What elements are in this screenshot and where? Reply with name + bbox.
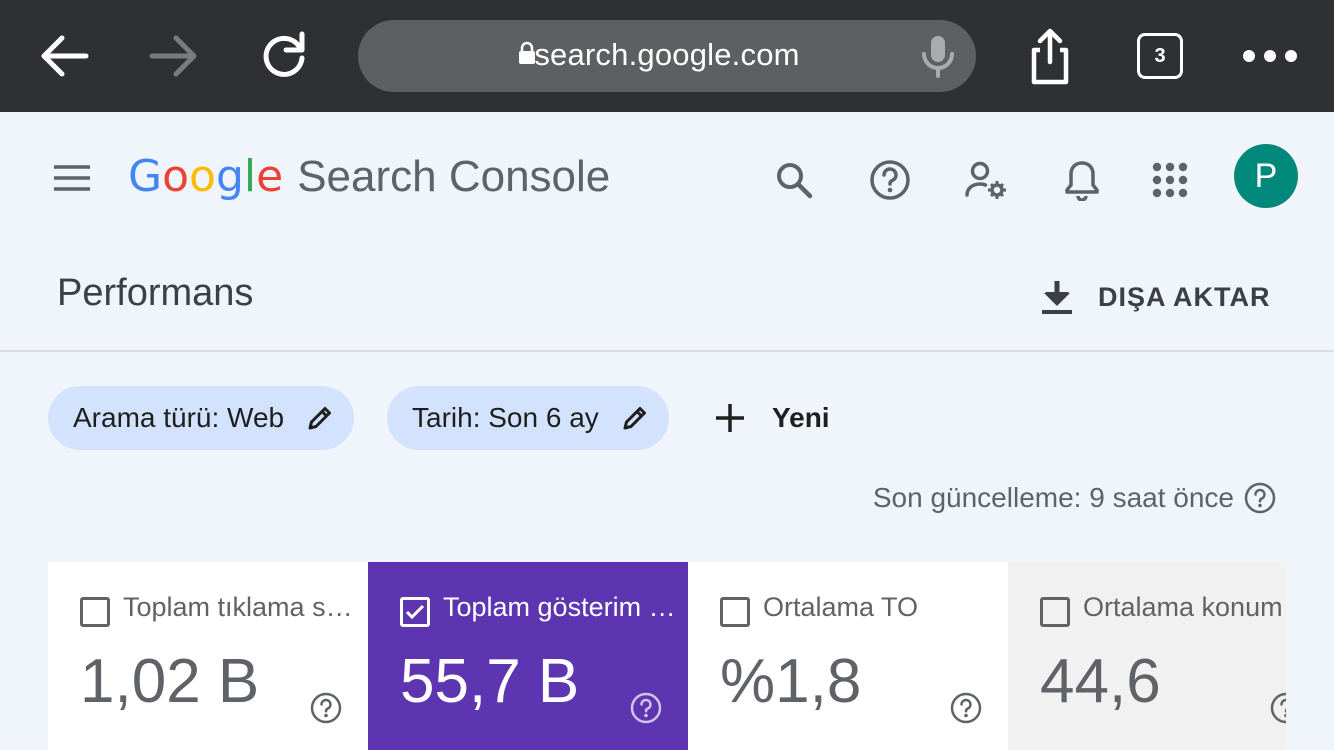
logo-letter: l [243, 151, 257, 202]
help-button[interactable] [862, 152, 918, 208]
filter-chip-search-type[interactable]: Arama türü: Web [48, 386, 355, 450]
app-header: Google Search Console P [0, 112, 1334, 242]
manage-accounts-icon [965, 161, 1006, 199]
download-icon [1042, 281, 1072, 314]
tab-count-button[interactable]: 3 [1137, 33, 1183, 79]
metric-label: Ortalama konum [1083, 592, 1283, 622]
chip-label: Tarih: Son 6 ay [412, 402, 599, 433]
google-wordmark: Google [128, 151, 283, 202]
chip-label: Arama türü: Web [73, 402, 285, 433]
pencil-icon [306, 404, 334, 432]
address-bar[interactable]: search.google.com [358, 20, 976, 92]
search-icon [777, 163, 813, 199]
filter-chip-date[interactable]: Tarih: Son 6 ay [387, 386, 669, 450]
metric-cards: Toplam tıklama sayısı 1,02 B Toplam göst… [48, 562, 1286, 750]
export-button[interactable]: DIŞA AKTAR [1040, 272, 1271, 322]
help-circle-icon[interactable] [1270, 692, 1286, 724]
apps-grid-icon [1152, 162, 1188, 198]
metric-value: 44,6 [1040, 647, 1161, 716]
help-circle-icon[interactable] [950, 692, 982, 724]
share-button[interactable] [1016, 22, 1084, 90]
metric-value: 1,02 B [80, 647, 260, 716]
microphone-icon[interactable] [918, 32, 958, 80]
logo-letter: o [189, 151, 216, 202]
notifications-button[interactable] [1054, 152, 1110, 208]
metric-label: Ortalama TO [763, 592, 919, 622]
arrow-right-icon [149, 35, 197, 77]
back-button[interactable] [30, 22, 98, 90]
account-settings-button[interactable] [958, 152, 1014, 208]
metric-card-position[interactable]: Ortalama konum 44,6 [1008, 562, 1286, 750]
reload-icon [263, 31, 305, 77]
page-title: Performans [57, 272, 254, 314]
checkbox[interactable] [1040, 597, 1070, 627]
checkbox[interactable] [720, 597, 750, 627]
help-circle-icon [870, 160, 910, 200]
metric-card-ctr[interactable]: Ortalama TO %1,8 [688, 562, 1008, 750]
logo-letter: o [162, 151, 190, 202]
add-filter-button[interactable]: Yeni [714, 386, 830, 450]
plus-icon [716, 404, 744, 432]
product-name: Search Console [297, 152, 611, 201]
search-button[interactable] [766, 152, 822, 208]
browser-toolbar: search.google.com 3 [0, 0, 1334, 112]
forward-button[interactable] [140, 22, 208, 90]
pencil-icon [621, 404, 649, 432]
bell-icon [1065, 161, 1099, 201]
help-circle-icon[interactable] [310, 692, 342, 724]
share-icon [1031, 28, 1069, 85]
apps-button[interactable] [1142, 152, 1198, 208]
metric-card-impressions[interactable]: Toplam gösterim sayısı 55,7 B [368, 562, 688, 750]
more-menu-button[interactable] [1236, 22, 1304, 90]
help-circle-icon[interactable] [630, 692, 662, 724]
checkbox-checked[interactable] [400, 597, 430, 627]
more-horizontal-icon [1243, 50, 1297, 62]
hamburger-menu-icon[interactable] [54, 164, 90, 192]
help-circle-icon[interactable] [1244, 482, 1276, 514]
url-text[interactable]: search.google.com [358, 20, 976, 92]
checkbox[interactable] [80, 597, 110, 627]
check-icon [405, 604, 425, 620]
last-updated: Son güncelleme: 9 saat önce [873, 478, 1276, 518]
arrow-left-icon [41, 35, 89, 77]
reload-button[interactable] [250, 22, 318, 90]
page-header: Performans DIŞA AKTAR [0, 242, 1334, 352]
metric-label: Toplam tıklama sayısı [123, 592, 363, 622]
metric-value: 55,7 B [400, 647, 580, 716]
lock-icon [519, 41, 535, 64]
metric-card-clicks[interactable]: Toplam tıklama sayısı 1,02 B [48, 562, 368, 750]
metric-value: %1,8 [720, 647, 862, 716]
google-search-console-logo[interactable]: Google Search Console [128, 151, 610, 211]
export-label: DIŞA AKTAR [1098, 281, 1271, 312]
logo-letter: g [215, 151, 244, 202]
add-filter-label: Yeni [772, 402, 830, 433]
avatar[interactable]: P [1234, 144, 1298, 208]
metric-label: Toplam gösterim sayısı [443, 592, 683, 622]
last-updated-text: Son güncelleme: 9 saat önce [872, 482, 1234, 513]
logo-letter: G [128, 151, 163, 202]
logo-letter: e [256, 151, 284, 202]
